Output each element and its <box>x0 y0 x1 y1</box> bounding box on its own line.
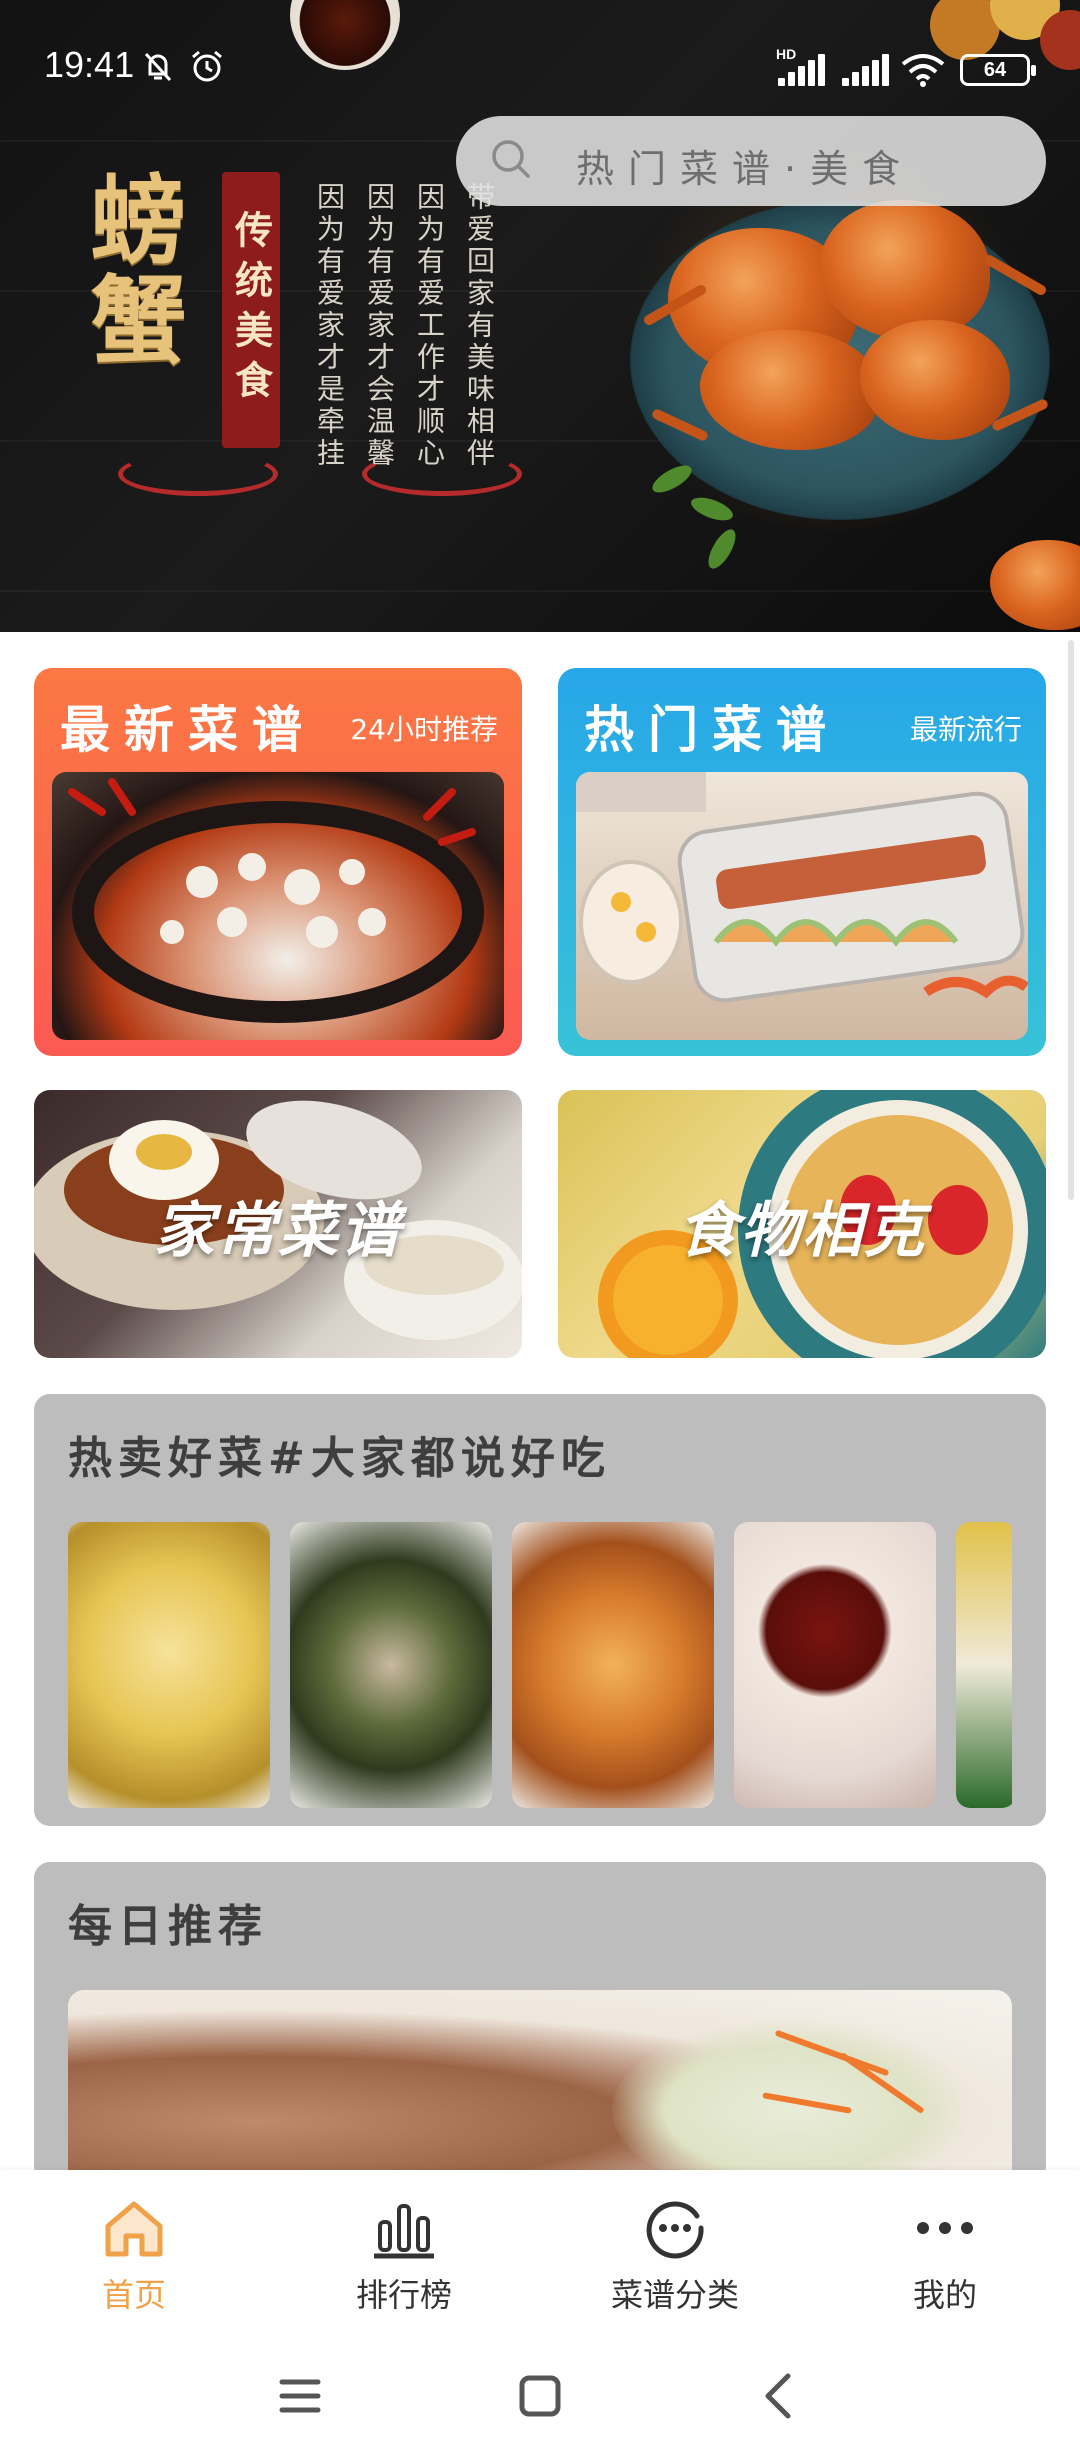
search-icon <box>492 140 530 178</box>
scrollbar[interactable] <box>1068 640 1074 1200</box>
tab-mine[interactable]: 我的 <box>835 2170 1055 2330</box>
search-placeholder: 热门菜谱·美食 <box>576 147 915 191</box>
hot-recipes-title: 热门菜谱 <box>584 700 840 759</box>
hot-recipes-subtitle: 最新流行 <box>909 713 1022 746</box>
tab-ranking[interactable]: 排行榜 <box>294 2170 514 2330</box>
banner-line-1: 带爱回家有美味相伴 <box>463 182 496 470</box>
dish-thumbnail[interactable] <box>734 1522 936 1808</box>
latest-recipes-image <box>52 772 504 1040</box>
daily-recommend-section: 每日推荐 <box>34 1862 1046 2182</box>
bottom-tab-bar: 首页 排行榜 菜谱分类 我的 <box>0 2170 1080 2330</box>
banquet-platter-image <box>576 772 1028 1003</box>
daily-recommend-title: 每日推荐 <box>68 1901 268 1952</box>
tab-ranking-label: 排行榜 <box>355 2276 452 2314</box>
more-icon <box>917 2222 973 2234</box>
tab-mine-label: 我的 <box>912 2276 977 2314</box>
battery-indicator: 64 <box>960 54 1036 86</box>
back-icon[interactable] <box>750 2366 810 2426</box>
dish-thumbnail[interactable] <box>956 1522 1012 1808</box>
signal-1-icon <box>776 54 826 86</box>
alarm-icon <box>192 50 222 82</box>
home-icon <box>105 2201 163 2257</box>
hot-recipes-card[interactable]: 热门菜谱 最新流行 <box>558 668 1046 1056</box>
tab-categories-label: 菜谱分类 <box>610 2276 739 2314</box>
food-incompatibility-label: 食物相克 <box>678 1196 926 1266</box>
decor-swirl-left <box>118 452 278 496</box>
home-button-icon[interactable] <box>510 2366 570 2426</box>
latest-recipes-title: 最新菜谱 <box>60 700 316 759</box>
spicy-fish-pot-image <box>68 778 484 1023</box>
category-icon <box>646 2201 704 2259</box>
status-time: 19:41 <box>44 44 135 85</box>
latest-recipes-subtitle: 24小时推荐 <box>350 713 498 746</box>
dish-thumbnail[interactable] <box>512 1522 714 1808</box>
status-bar: 19:41 HD 64 <box>0 0 1080 130</box>
daily-recommend-image[interactable] <box>68 1990 1012 2182</box>
search-bar[interactable]: 热门菜谱·美食 <box>456 116 1046 206</box>
banner-seal: 传统美食 <box>222 172 280 448</box>
banner-line-4: 因为有爱家才是牵挂 <box>313 182 346 470</box>
banner-title: 螃蟹 <box>74 170 187 370</box>
tab-categories[interactable]: 菜谱分类 <box>565 2170 785 2330</box>
menu-icon[interactable] <box>270 2366 330 2426</box>
tab-home-label: 首页 <box>101 2276 166 2314</box>
decor-swirl-right <box>362 452 522 496</box>
signal-2-icon <box>840 54 890 86</box>
banner-line-3: 因为有爱家才会温馨 <box>363 182 396 470</box>
food-incompatibility-tile[interactable]: 食物相克 <box>558 1090 1046 1358</box>
latest-recipes-card[interactable]: 最新菜谱 24小时推荐 <box>34 668 522 1056</box>
wifi-icon <box>901 54 945 87</box>
dish-thumbnail[interactable] <box>290 1522 492 1808</box>
hot-selling-section: 热卖好菜#大家都说好吃 <box>34 1394 1046 1826</box>
system-navigation-bar <box>0 2330 1080 2460</box>
mute-bell-icon <box>144 52 172 82</box>
home-cooking-tile[interactable]: 家常菜谱 <box>34 1090 522 1358</box>
bar-chart-icon <box>374 2204 434 2259</box>
hot-selling-title: 热卖好菜#大家都说好吃 <box>68 1433 611 1484</box>
dish-thumbnail[interactable] <box>68 1522 270 1808</box>
banner-seal-text: 传统美食 <box>228 210 274 410</box>
home-cooking-label: 家常菜谱 <box>154 1196 402 1266</box>
tab-home[interactable]: 首页 <box>24 2170 244 2330</box>
hot-selling-list[interactable] <box>68 1522 1012 1812</box>
banner-line-2: 因为有爱工作才顺心 <box>413 182 446 470</box>
hot-recipes-image <box>576 772 1028 1040</box>
